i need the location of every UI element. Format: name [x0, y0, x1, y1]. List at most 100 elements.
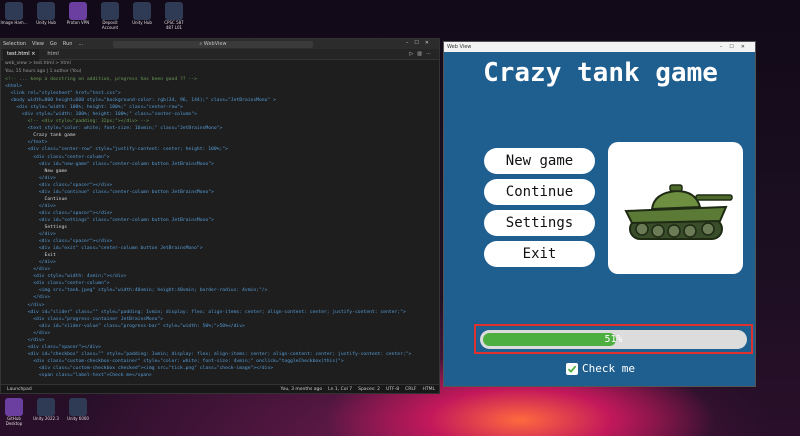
code-line[interactable]: <!-- <div style="padding: 32px;"></div> … — [5, 118, 439, 125]
status-spaces[interactable]: Spaces: 2 — [358, 387, 380, 392]
desktop-icon[interactable]: GitHub Desktop — [0, 396, 28, 430]
more-icon[interactable]: ⋯ — [426, 51, 435, 57]
code-line[interactable]: <div class="spacer"></div> — [5, 238, 439, 245]
code-line[interactable]: <div class="center-column"> — [5, 154, 439, 161]
window-controls: –☐✕ — [406, 40, 435, 46]
code-line[interactable]: <div class="progress-container JetBrains… — [5, 316, 439, 323]
code-line[interactable]: <body width=800 height=600 style="backgr… — [5, 97, 439, 104]
code-line[interactable]: <div class="center-row" style="justify-c… — [5, 146, 439, 153]
game-title: Crazy tank game — [483, 58, 718, 88]
status-launchpad[interactable]: Launchpad — [7, 387, 32, 392]
code-line[interactable]: Crazy tank game — [5, 132, 439, 139]
app-icon — [133, 2, 151, 20]
status-encoding[interactable]: UTF-8 — [386, 387, 399, 392]
desktop-icon[interactable]: Unity Hub — [128, 0, 156, 34]
app-icon — [37, 2, 55, 20]
code-line[interactable]: </div> — [5, 259, 439, 266]
minimize-icon[interactable]: – — [720, 44, 730, 50]
code-line[interactable]: <text style="color: white; font-size: 16… — [5, 125, 439, 132]
maximize-icon[interactable]: ☐ — [414, 40, 424, 46]
menu-item-go[interactable]: Go — [50, 41, 57, 47]
new-game-button[interactable]: New game — [484, 148, 595, 174]
code-editor-window: Selection View Go Run ... ⌕ WebView –☐✕ … — [0, 38, 440, 394]
code-line[interactable]: <div id="continue" class="center-column … — [5, 189, 439, 196]
code-line[interactable]: <div id="slider-value" class="progress-b… — [5, 323, 439, 330]
code-line[interactable]: <div class="custom-checkbox-container" s… — [5, 358, 439, 365]
code-line[interactable]: Exit — [5, 252, 439, 259]
code-line[interactable]: <div class="spacer"></div> — [5, 344, 439, 351]
window-controls: –☐✕ — [720, 44, 752, 50]
code-line[interactable]: <div class="custom-checkbox checked"><im… — [5, 365, 439, 372]
exit-button[interactable]: Exit — [484, 241, 595, 267]
tank-image — [608, 142, 743, 274]
desktop-icon[interactable]: Image Ham... — [0, 0, 28, 34]
unity-icon — [69, 398, 87, 416]
split-icon[interactable]: ▥ — [417, 51, 426, 57]
command-search[interactable]: ⌕ WebView — [113, 41, 313, 48]
window-titlebar: Web View –☐✕ — [444, 42, 755, 52]
status-language[interactable]: HTML — [422, 387, 435, 392]
code-line[interactable]: <div class="center-column"> — [5, 280, 439, 287]
code-line[interactable]: <html> — [5, 83, 439, 90]
code-line[interactable]: <div style="width: 100%; height: 100%;" … — [5, 104, 439, 111]
menu-item-more[interactable]: ... — [78, 41, 83, 47]
desktop-icon[interactable]: Deposit Account — [96, 0, 124, 34]
close-icon[interactable]: × — [31, 51, 35, 57]
code-line[interactable]: <div id="settings" class="center-column … — [5, 217, 439, 224]
close-icon[interactable]: ✕ — [741, 44, 752, 50]
code-line[interactable]: Settings — [5, 224, 439, 231]
status-cursor[interactable]: Ln 1, Col 7 — [328, 387, 352, 392]
check-icon — [567, 365, 577, 373]
desktop-icon[interactable]: CPSC 587 487 L01 — [160, 0, 188, 34]
editor-toolbar: ▷▥⋯ — [409, 51, 435, 57]
web-view-window: Web View –☐✕ Crazy tank game New game Co… — [443, 41, 756, 387]
breadcrumb[interactable]: web_view > test.html > html — [1, 60, 439, 68]
code-line[interactable]: <div class="spacer"></div> — [5, 182, 439, 189]
desktop-icon[interactable]: Unity Hub — [32, 0, 60, 34]
menu-item-selection[interactable]: Selection — [3, 41, 26, 47]
code-line[interactable]: </div> — [5, 337, 439, 344]
code-line[interactable]: </div> — [5, 266, 439, 273]
window-title: Web View — [447, 44, 472, 50]
code-line[interactable]: <div id="new-game" class="center-column … — [5, 161, 439, 168]
code-line[interactable]: New game — [5, 168, 439, 175]
desktop-icon[interactable]: Unity 6000 — [64, 396, 92, 430]
code-line[interactable]: <div style="width: 100%; height: 100%;" … — [5, 111, 439, 118]
code-line[interactable]: <div class="spacer"></div> — [5, 210, 439, 217]
code-area[interactable]: <!-- ... keep a docstring on addition, p… — [1, 76, 439, 379]
code-line[interactable]: </div> — [5, 231, 439, 238]
code-line[interactable]: <div style="width: 4vmin;"></div> — [5, 273, 439, 280]
desktop-icon[interactable]: Proton VPN — [64, 0, 92, 34]
settings-button[interactable]: Settings — [484, 210, 595, 236]
code-line[interactable]: </div> — [5, 330, 439, 337]
code-line[interactable]: </div> — [5, 302, 439, 309]
code-line[interactable]: </div> — [5, 203, 439, 210]
code-line[interactable]: <!-- ... keep a docstring on addition, p… — [5, 76, 439, 83]
unity-icon — [37, 398, 55, 416]
desktop-top-icons: Image Ham... Unity Hub Proton VPN Deposi… — [0, 0, 188, 34]
code-line[interactable]: <div id="slider" class="" style="padding… — [5, 309, 439, 316]
code-line[interactable]: </text> — [5, 139, 439, 146]
menu-item-view[interactable]: View — [32, 41, 44, 47]
code-line[interactable]: <img src="tank.jpeg" style="width:40vmin… — [5, 287, 439, 294]
progress-bar[interactable]: 51% — [480, 330, 747, 349]
tab-test-html[interactable]: test.html × — [3, 48, 40, 60]
code-line[interactable]: <div id="checkbox" class="" style="paddi… — [5, 351, 439, 358]
status-blame[interactable]: You, 3 months ago — [280, 387, 322, 392]
code-line[interactable]: <link rel="stylesheet" href="test.css"> — [5, 90, 439, 97]
code-line[interactable]: <span class="label-text">Check me</span> — [5, 372, 439, 379]
menu-item-run[interactable]: Run — [63, 41, 73, 47]
tab-html[interactable]: html — [47, 51, 58, 57]
code-line[interactable]: </div> — [5, 294, 439, 301]
checkbox-box[interactable] — [566, 362, 578, 375]
code-line[interactable]: </div> — [5, 175, 439, 182]
status-eol[interactable]: CRLF — [405, 387, 416, 392]
maximize-icon[interactable]: ☐ — [729, 44, 740, 50]
code-line[interactable]: Continue — [5, 196, 439, 203]
progress-value: 51% — [604, 334, 623, 345]
continue-button[interactable]: Continue — [484, 179, 595, 205]
check-me-checkbox[interactable]: Check me — [444, 362, 757, 375]
code-line[interactable]: <div id="exit" class="center-column butt… — [5, 245, 439, 252]
desktop-icon[interactable]: Unity 2022.3 — [32, 396, 60, 430]
close-icon[interactable]: ✕ — [425, 40, 435, 46]
